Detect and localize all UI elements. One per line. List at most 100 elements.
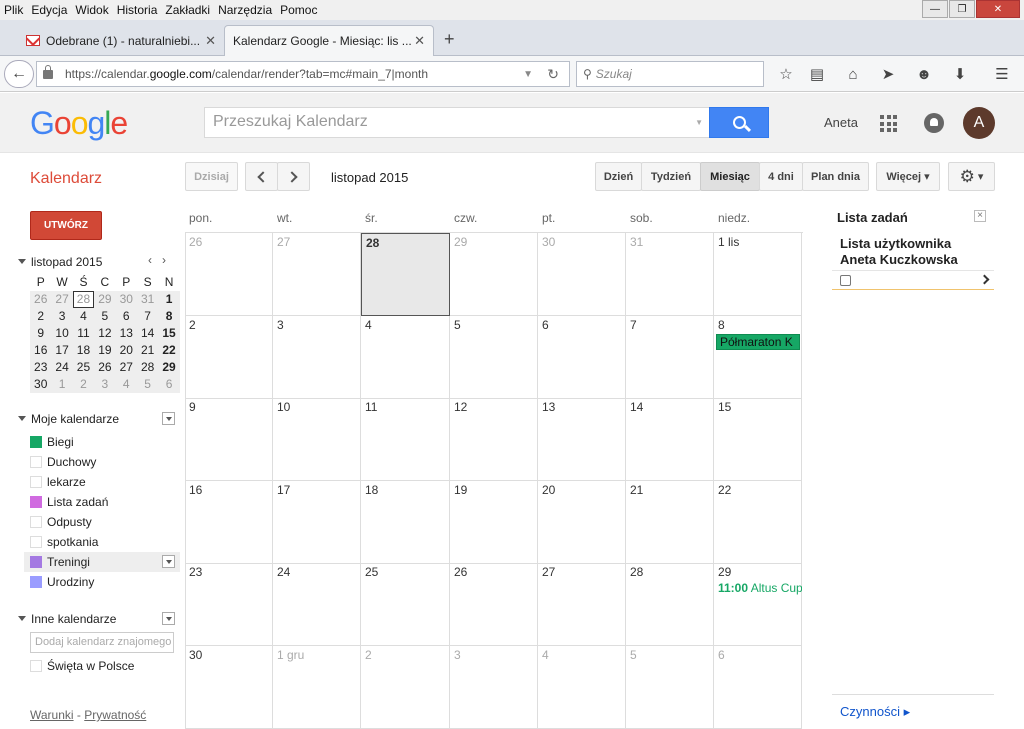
calendar-item-lekarze[interactable]: lekarze [24, 472, 180, 492]
day-cell[interactable]: 2 [185, 316, 273, 399]
menu-item-0[interactable]: Plik [0, 3, 27, 17]
terms-link[interactable]: Warunki [30, 708, 74, 722]
close-tab-icon[interactable]: ✕ [414, 33, 425, 49]
day-cell[interactable]: 20 [538, 481, 626, 564]
menu-item-3[interactable]: Historia [113, 3, 162, 17]
mini-day[interactable]: 10 [51, 325, 72, 342]
mini-day[interactable]: 3 [51, 308, 72, 325]
day-cell[interactable]: 17 [273, 481, 361, 564]
hamburger-menu-icon[interactable]: ☰ [992, 64, 1012, 84]
day-cell[interactable]: 13 [538, 398, 626, 481]
back-button[interactable]: ← [4, 60, 34, 88]
day-cell[interactable]: 18 [361, 481, 450, 564]
mini-day[interactable]: 28 [137, 359, 158, 376]
day-cell[interactable]: 30 [185, 646, 273, 729]
day-cell[interactable]: 5 [450, 316, 538, 399]
day-cell[interactable]: 7 [626, 316, 714, 399]
settings-button[interactable]: ⚙ ▾ [948, 162, 995, 191]
mini-day[interactable]: 5 [94, 308, 115, 325]
menu-item-6[interactable]: Pomoc [276, 3, 321, 17]
mini-day[interactable]: 7 [137, 308, 158, 325]
close-tab-icon[interactable]: ✕ [205, 33, 216, 49]
day-cell[interactable]: 8 Półmaraton K [714, 316, 802, 399]
collapse-triangle-icon[interactable] [18, 416, 26, 421]
day-cell[interactable]: 16 [185, 481, 273, 564]
day-cell[interactable]: 24 [273, 563, 361, 646]
tab-calendar[interactable]: Kalendarz Google - Miesiąc: lis ... ✕ [224, 25, 434, 56]
mini-day[interactable]: 21 [137, 342, 158, 359]
day-cell[interactable]: 28 [361, 233, 450, 316]
mini-day[interactable]: 6 [158, 376, 179, 393]
chat-icon[interactable]: ☻ [914, 64, 934, 84]
close-tasks-icon[interactable]: × [974, 210, 986, 222]
my-calendars-header[interactable]: Moje kalendarze [18, 412, 119, 426]
other-calendars-dropdown[interactable] [162, 612, 175, 625]
privacy-link[interactable]: Prywatność [84, 708, 146, 722]
chevron-right-icon[interactable] [979, 274, 990, 285]
mini-day[interactable]: 26 [30, 291, 51, 308]
more-button[interactable]: Więcej ▾ [876, 162, 940, 191]
apps-grid-icon[interactable] [880, 115, 897, 132]
mini-day[interactable]: 9 [30, 325, 51, 342]
mini-day[interactable]: 1 [158, 291, 179, 308]
view-agenda-button[interactable]: Plan dnia [802, 162, 869, 191]
day-cell[interactable]: 26 [185, 233, 273, 316]
reading-list-icon[interactable]: ▤ [807, 64, 827, 84]
mini-day[interactable]: 4 [116, 376, 137, 393]
day-cell[interactable]: 11 [361, 398, 450, 481]
mini-day[interactable]: 23 [30, 359, 51, 376]
mini-day[interactable]: 22 [158, 342, 179, 359]
view-day-button[interactable]: Dzień [595, 162, 642, 191]
day-cell[interactable]: 27 [538, 563, 626, 646]
close-window-button[interactable]: ✕ [976, 0, 1020, 18]
calendar-options-dropdown[interactable] [162, 555, 175, 568]
day-cell[interactable]: 12 [450, 398, 538, 481]
day-cell[interactable]: 26 [450, 563, 538, 646]
today-button[interactable]: Dzisiaj [185, 162, 238, 191]
collapse-triangle-icon[interactable] [18, 616, 26, 621]
day-cell[interactable]: 15 [714, 398, 802, 481]
calendar-item-lista-zadań[interactable]: Lista zadań [24, 492, 180, 512]
calendar-item-odpusty[interactable]: Odpusty [24, 512, 180, 532]
avatar[interactable]: A [963, 107, 995, 139]
url-bar[interactable]: https://calendar. google.com/calendar/ren… [36, 61, 570, 87]
prev-period-button[interactable] [245, 162, 278, 191]
mini-day[interactable]: 29 [158, 359, 179, 376]
reload-icon[interactable]: ↻ [547, 66, 559, 83]
day-cell[interactable]: 5 [626, 646, 714, 729]
task-checkbox[interactable] [840, 275, 851, 286]
calendar-item-biegi[interactable]: Biegi [24, 432, 180, 452]
mini-day[interactable]: 18 [73, 342, 94, 359]
mini-day[interactable]: 2 [73, 376, 94, 393]
tab-gmail[interactable]: Odebrane (1) - naturalniebi... ✕ [18, 25, 224, 56]
home-icon[interactable]: ⌂ [843, 64, 863, 84]
mini-day[interactable]: 26 [94, 359, 115, 376]
menu-item-4[interactable]: Zakładki [161, 3, 214, 17]
day-cell[interactable]: 25 [361, 563, 450, 646]
mini-day[interactable]: 5 [137, 376, 158, 393]
mini-day[interactable]: 13 [116, 325, 137, 342]
url-dropdown-icon[interactable]: ▼ [523, 69, 533, 80]
mini-prev-icon[interactable]: ‹ [148, 253, 162, 267]
app-title[interactable]: Kalendarz [30, 170, 102, 188]
day-cell[interactable]: 22 [714, 481, 802, 564]
mini-day[interactable]: 25 [73, 359, 94, 376]
menu-item-2[interactable]: Widok [71, 3, 112, 17]
day-cell[interactable]: 27 [273, 233, 361, 316]
calendar-search-input[interactable]: Przeszukaj Kalendarz ▼ [204, 107, 710, 138]
day-cell[interactable]: 4 [538, 646, 626, 729]
other-calendars-header[interactable]: Inne kalendarze [18, 612, 116, 626]
maximize-button[interactable]: ❐ [949, 0, 975, 18]
calendar-item-holidays[interactable]: Święta w Polsce [24, 656, 180, 676]
event-chip[interactable]: Półmaraton K [716, 334, 800, 350]
mini-day[interactable]: 20 [116, 342, 137, 359]
day-cell[interactable]: 29 [450, 233, 538, 316]
mini-day[interactable]: 19 [94, 342, 115, 359]
menu-item-1[interactable]: Edycja [27, 3, 71, 17]
day-cell[interactable]: 10 [273, 398, 361, 481]
mini-day[interactable]: 4 [73, 308, 94, 325]
calendar-item-urodziny[interactable]: Urodziny [24, 572, 180, 592]
user-name[interactable]: Aneta [824, 115, 858, 130]
next-period-button[interactable] [277, 162, 310, 191]
create-event-button[interactable]: UTWÓRZ [30, 211, 102, 240]
